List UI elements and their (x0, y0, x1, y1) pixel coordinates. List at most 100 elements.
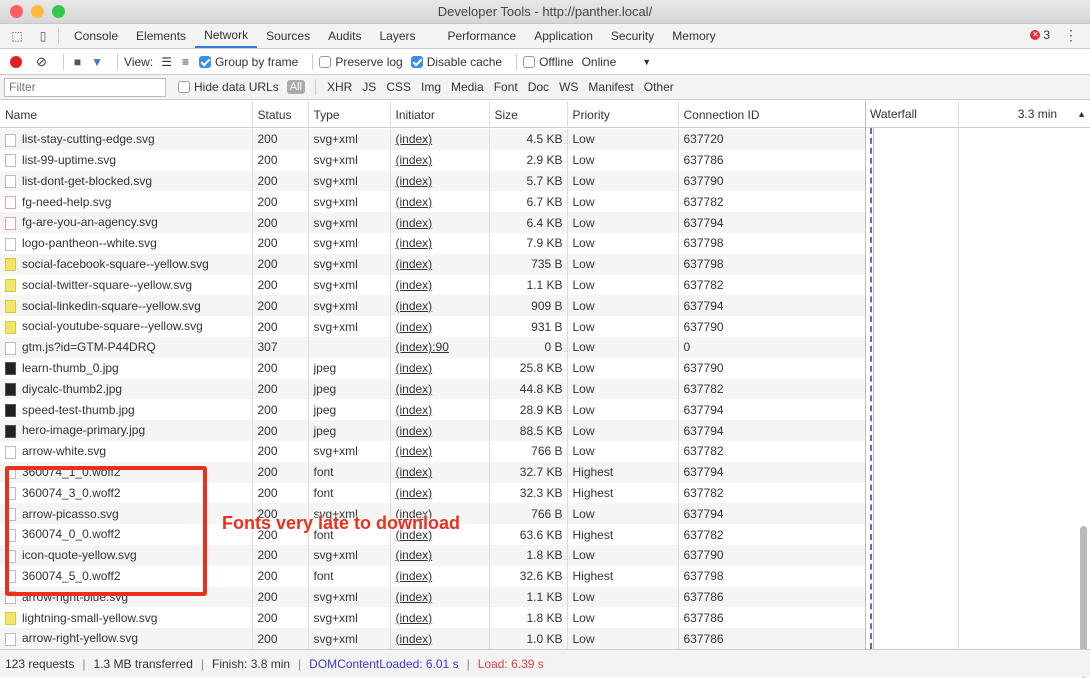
tab-security[interactable]: Security (602, 24, 663, 48)
table-row[interactable]: list-dont-get-blocked.svg 200 svg+xml (inde… (0, 170, 866, 192)
close-window-button[interactable] (10, 5, 23, 18)
inspect-element-icon[interactable]: ⬚ (8, 27, 26, 45)
column-size[interactable]: Size (489, 101, 568, 128)
filter-type-ws[interactable]: WS (554, 80, 583, 94)
table-row[interactable]: arrow-white.svg 200 svg+xml (index) 766 B Low… (0, 440, 866, 462)
cell-initiator[interactable]: (index) (390, 170, 490, 192)
cell-initiator[interactable]: (index) (390, 482, 490, 504)
record-button[interactable] (10, 55, 22, 68)
table-row[interactable]: speed-test-thumb.jpg 200 jpeg (index) 28.9 K… (0, 399, 866, 421)
cell-name[interactable]: social-facebook-square--yellow.svg (0, 253, 253, 275)
disable-cache-checkbox[interactable]: Disable cache (410, 55, 502, 69)
initiator-link[interactable]: (index) (396, 486, 433, 500)
table-row[interactable]: learn-thumb_0.jpg 200 jpeg (index) 25.8 KB Lo… (0, 357, 866, 379)
initiator-link[interactable]: (index) (396, 548, 433, 562)
filter-type-xhr[interactable]: XHR (322, 80, 357, 94)
cell-name[interactable]: fg-need-help.svg (0, 191, 253, 213)
cell-initiator[interactable]: (index):90 (390, 336, 490, 358)
filter-type-font[interactable]: Font (489, 80, 523, 94)
screenshot-camera-icon[interactable]: ■ (74, 55, 81, 69)
initiator-link[interactable]: (index) (396, 153, 433, 167)
cell-initiator[interactable]: (index) (390, 295, 490, 317)
column-name[interactable]: Name (0, 101, 253, 128)
cell-name[interactable]: hero-image-primary.jpg (0, 420, 253, 441)
initiator-link[interactable]: (index) (396, 299, 433, 313)
initiator-link[interactable]: (index) (396, 236, 433, 250)
table-row[interactable]: fg-are-you-an-agency.svg 200 svg+xml (index… (0, 212, 866, 233)
cell-name[interactable]: logo-pantheon--white.svg (0, 232, 253, 254)
cell-initiator[interactable]: (index) (390, 357, 490, 379)
table-row[interactable]: social-facebook-square--yellow.svg 200 svg… (0, 253, 866, 275)
cell-name[interactable]: list-99-uptime.svg (0, 149, 253, 171)
table-row[interactable]: fg-need-help.svg 200 svg+xml (index) 6.7 KB L… (0, 191, 866, 213)
cell-initiator[interactable]: (index) (390, 440, 490, 462)
preserve-log-checkbox[interactable]: Preserve log (319, 55, 403, 69)
checkbox-checked[interactable] (410, 55, 423, 68)
tab-performance[interactable]: Performance (439, 24, 526, 48)
tab-console[interactable]: Console (65, 24, 127, 48)
cell-initiator[interactable]: (index) (390, 607, 490, 629)
cell-initiator[interactable]: (index) (390, 565, 490, 587)
initiator-link[interactable]: (index) (396, 382, 433, 396)
large-rows-icon[interactable]: ☰ (161, 55, 172, 69)
filter-input[interactable] (4, 77, 166, 97)
cell-name[interactable]: list-dont-get-blocked.svg (0, 170, 253, 192)
initiator-link[interactable]: (index) (396, 132, 433, 146)
filter-type-all[interactable]: All (286, 80, 305, 94)
initiator-link[interactable]: (index) (396, 465, 433, 479)
error-counter[interactable]: ✕ 3 (1030, 28, 1050, 42)
cell-initiator[interactable]: (index) (390, 461, 490, 483)
initiator-link[interactable]: (index) (396, 320, 433, 334)
initiator-link[interactable]: (index) (396, 611, 433, 625)
initiator-link[interactable]: (index) (396, 216, 433, 230)
table-row[interactable]: social-youtube-square--yellow.svg 200 svg+… (0, 316, 866, 337)
initiator-link[interactable]: (index) (396, 257, 433, 271)
cell-name[interactable]: social-twitter-square--yellow.svg (0, 274, 253, 296)
tab-audits[interactable]: Audits (319, 24, 370, 48)
cell-name[interactable]: arrow-right-yellow.svg (0, 628, 253, 649)
cell-initiator[interactable]: (index) (390, 378, 490, 400)
device-toolbar-icon[interactable]: ▯ (34, 27, 52, 45)
column-status[interactable]: Status (252, 101, 309, 128)
initiator-link[interactable]: (index):90 (396, 340, 449, 354)
table-row[interactable]: arrow-right-yellow.svg 200 svg+xml (index) 1… (0, 628, 866, 649)
filter-type-other[interactable]: Other (639, 80, 679, 94)
table-row[interactable]: list-99-uptime.svg 200 svg+xml (index) 2.9 K… (0, 149, 866, 171)
initiator-link[interactable]: (index) (396, 590, 433, 604)
filter-type-manifest[interactable]: Manifest (583, 80, 638, 94)
clear-icon[interactable]: ⊘ (36, 54, 47, 70)
table-row[interactable]: lightning-small-yellow.svg 200 svg+xml (ind… (0, 607, 866, 629)
waterfall-header[interactable]: Waterfall 3.3 min ▲ (866, 101, 1090, 128)
cell-name[interactable]: social-linkedin-square--yellow.svg (0, 295, 253, 317)
cell-name[interactable]: arrow-white.svg (0, 440, 253, 462)
minimize-window-button[interactable] (31, 5, 44, 18)
filter-type-js[interactable]: JS (357, 80, 381, 94)
cell-name[interactable]: gtm.js?id=GTM-P44DRQ (0, 336, 253, 358)
cell-initiator[interactable]: (index) (390, 253, 490, 275)
tab-application[interactable]: Application (525, 24, 602, 48)
table-row[interactable]: list-stay-cutting-edge.svg 200 svg+xml (ind… (0, 129, 866, 150)
initiator-link[interactable]: (index) (396, 424, 433, 438)
cell-initiator[interactable]: (index) (390, 212, 490, 233)
cell-initiator[interactable]: (index) (390, 316, 490, 337)
cell-name[interactable]: learn-thumb_0.jpg (0, 357, 253, 379)
initiator-link[interactable]: (index) (396, 403, 433, 417)
cell-initiator[interactable]: (index) (390, 628, 490, 649)
table-row[interactable]: hero-image-primary.jpg 200 jpeg (index) 88.5… (0, 420, 866, 441)
column-connection-id[interactable]: Connection ID (678, 101, 866, 128)
cell-initiator[interactable]: (index) (390, 399, 490, 421)
cell-name[interactable]: list-stay-cutting-edge.svg (0, 129, 253, 150)
offline-checkbox[interactable]: Offline (523, 55, 574, 69)
column-priority[interactable]: Priority (567, 101, 679, 128)
initiator-link[interactable]: (index) (396, 361, 433, 375)
cell-initiator[interactable]: (index) (390, 191, 490, 213)
initiator-link[interactable]: (index) (396, 569, 433, 583)
tab-layers[interactable]: Layers (370, 24, 424, 48)
initiator-link[interactable]: (index) (396, 174, 433, 188)
cell-initiator[interactable]: (index) (390, 544, 490, 566)
overview-icon[interactable]: ≡ (182, 55, 189, 69)
cell-initiator[interactable]: (index) (390, 232, 490, 254)
cell-initiator[interactable]: (index) (390, 420, 490, 441)
filter-type-media[interactable]: Media (446, 80, 489, 94)
initiator-link[interactable]: (index) (396, 444, 433, 458)
